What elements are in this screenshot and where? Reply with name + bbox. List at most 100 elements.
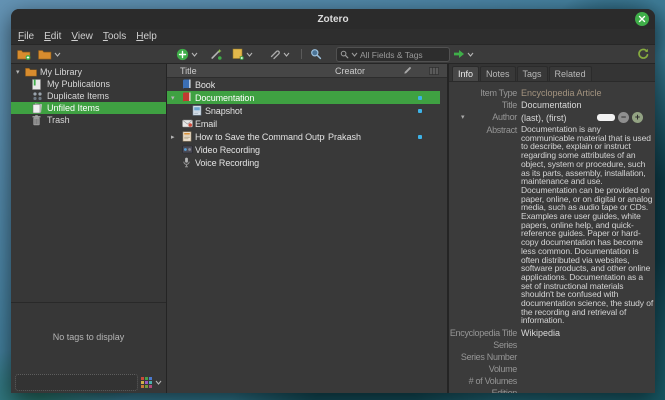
author-value[interactable]: (last), (first) (521, 113, 567, 123)
twisty-open-icon[interactable]: ▾ (171, 94, 182, 102)
series-value[interactable] (521, 340, 655, 350)
item-row[interactable]: Book (167, 78, 440, 91)
field-encyclopedia-title: Encyclopedia Title Wikipedia (449, 328, 655, 338)
collection-trash[interactable]: Trash (11, 114, 166, 126)
chevron-down-icon (283, 52, 290, 57)
menu-view[interactable]: View (66, 30, 98, 44)
item-details-pane: Info Notes Tags Related Item Type Encycl… (448, 64, 655, 393)
series-number-value[interactable] (521, 352, 655, 362)
new-library-button[interactable] (38, 45, 61, 63)
collection-my-library[interactable]: ▾ My Library (11, 66, 166, 78)
sync-refresh-icon (637, 48, 649, 60)
tab-info[interactable]: Info (452, 66, 479, 81)
volume-value[interactable] (521, 364, 655, 374)
items-list: Book ▾ Documentation (167, 78, 447, 169)
main-content: ▾ My Library My Publications (11, 64, 655, 393)
chevron-down-icon (191, 52, 198, 57)
collection-label: My Publications (47, 79, 110, 89)
window-title: Zotero (317, 14, 348, 25)
locate-button[interactable] (453, 45, 474, 63)
collection-duplicate-items[interactable]: Duplicate Items (11, 90, 166, 102)
field-abstract: Abstract Documentation is any communicab… (449, 125, 655, 325)
field-series-number: Series Number (449, 352, 655, 362)
twisty-open-icon[interactable]: ▾ (16, 68, 25, 76)
collection-label: Unfiled Items (47, 103, 100, 113)
new-collection-button[interactable] (17, 45, 31, 63)
duplicate-items-icon (32, 91, 47, 101)
tab-notes[interactable]: Notes (480, 66, 516, 81)
blog-post-icon (182, 131, 195, 142)
add-author-button[interactable]: + (632, 112, 643, 123)
unfiled-papers-icon (32, 103, 47, 114)
field-series: Series (449, 340, 655, 350)
item-row-selected[interactable]: ▾ Documentation (167, 91, 440, 104)
collection-label: Trash (47, 115, 70, 125)
column-picker-button[interactable] (421, 67, 447, 75)
paperclip-icon (269, 48, 281, 60)
locate-arrow-icon (453, 49, 465, 59)
collections-pane: ▾ My Library My Publications (11, 64, 167, 393)
collections-tree: ▾ My Library My Publications (11, 64, 166, 302)
edition-value[interactable] (521, 388, 655, 393)
new-note-button[interactable] (232, 45, 253, 63)
switch-field-mode-button[interactable] (597, 114, 615, 121)
search-placeholder: All Fields & Tags (360, 50, 423, 60)
menu-file[interactable]: File (13, 30, 39, 44)
new-item-plus-icon (176, 48, 189, 61)
new-item-button[interactable] (176, 45, 198, 63)
menu-help[interactable]: Help (131, 30, 162, 44)
item-row[interactable]: ▸ How to Save the Command Output to a ..… (167, 130, 440, 143)
close-icon (638, 15, 646, 23)
field-title: Title Documentation (449, 100, 655, 110)
items-pane: Title Creator Book (167, 64, 448, 393)
item-type-value[interactable]: Encyclopedia Article (521, 88, 655, 98)
quick-search-input[interactable]: All Fields & Tags (336, 47, 450, 62)
author-controls: − + (597, 112, 643, 123)
close-button[interactable] (635, 12, 649, 26)
tag-color-grid-icon[interactable] (141, 377, 152, 388)
collection-label: My Library (40, 67, 82, 77)
tab-related[interactable]: Related (549, 66, 592, 81)
column-header-creator[interactable]: Creator (335, 66, 393, 76)
menu-tools[interactable]: Tools (98, 30, 131, 44)
field-item-type: Item Type Encyclopedia Article (449, 88, 655, 98)
field-volume: Volume (449, 364, 655, 374)
advanced-search-button[interactable] (310, 45, 322, 63)
chevron-down-icon (246, 52, 253, 57)
chevron-down-icon (54, 52, 61, 57)
collection-label: Duplicate Items (47, 91, 109, 101)
microphone-icon (182, 157, 195, 168)
item-row[interactable]: Video Recording (167, 143, 440, 156)
column-picker-icon (429, 67, 439, 75)
trash-can-icon (32, 115, 47, 126)
abstract-value[interactable]: Documentation is any communicable materi… (521, 125, 655, 325)
author-value-row: (last), (first) − + (521, 112, 655, 123)
chevron-down-icon (467, 52, 474, 57)
item-row[interactable]: Snapshot (167, 104, 440, 117)
encyclopedia-title-value[interactable]: Wikipedia (521, 328, 655, 338)
folder-plus-icon (17, 49, 31, 60)
num-volumes-value[interactable] (521, 376, 655, 386)
sync-button[interactable] (637, 45, 649, 63)
add-by-identifier-button[interactable] (210, 45, 222, 63)
publications-document-icon (32, 79, 47, 90)
remove-author-button[interactable]: − (618, 112, 629, 123)
collection-unfiled-items[interactable]: Unfiled Items (11, 102, 166, 114)
search-icon (340, 50, 349, 59)
twisty-closed-icon[interactable]: ▸ (171, 133, 182, 141)
menu-edit[interactable]: Edit (39, 30, 66, 44)
add-attachment-button[interactable] (269, 45, 290, 63)
author-twisty-icon[interactable]: ▾ (461, 113, 464, 123)
tag-selector: No tags to display (11, 302, 166, 393)
tab-tags[interactable]: Tags (517, 66, 548, 81)
library-folder-icon (25, 67, 40, 77)
title-value[interactable]: Documentation (521, 100, 655, 110)
item-row[interactable]: Voice Recording (167, 156, 440, 169)
column-header-notes[interactable] (393, 66, 421, 75)
item-row[interactable]: Email (167, 117, 440, 130)
details-tabs: Info Notes Tags Related (449, 64, 655, 82)
column-header-title[interactable]: Title (167, 66, 335, 76)
collection-my-publications[interactable]: My Publications (11, 78, 166, 90)
tag-filter-input[interactable] (15, 374, 138, 391)
chevron-down-icon[interactable] (155, 380, 162, 385)
